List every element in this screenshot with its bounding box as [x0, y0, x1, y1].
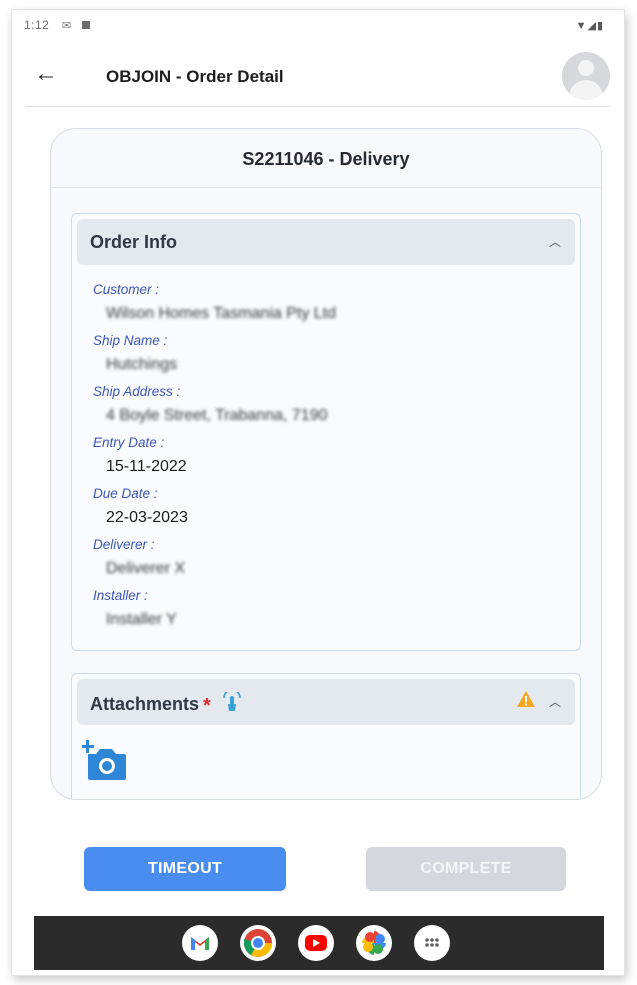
ship-name-label: Ship Name : [93, 333, 168, 348]
mail-icon: ✉ [62, 20, 72, 32]
order-card: S2211046 - Delivery Order Info ︿ Custome… [50, 128, 602, 800]
warning-icon [517, 691, 535, 712]
customer-label: Customer : [93, 282, 160, 297]
installer-label: Installer : [93, 588, 148, 603]
status-time: 1:12 [24, 18, 50, 32]
complete-button[interactable]: COMPLETE [366, 847, 566, 891]
due-date-label: Due Date : [93, 486, 158, 501]
required-mark: * [203, 695, 211, 717]
chrome-icon[interactable] [240, 925, 276, 961]
order-info-title: Order Info [90, 232, 178, 252]
due-date-value: 22-03-2023 [106, 509, 188, 526]
deliverer-value: Deliverer X [106, 560, 186, 577]
photos-icon[interactable] [356, 925, 392, 961]
order-header: S2211046 - Delivery [51, 129, 601, 188]
chevron-up-icon[interactable]: ︿ [549, 693, 561, 710]
attachments-title-wrap: Attachments * [90, 689, 242, 717]
gmail-icon[interactable] [182, 925, 218, 961]
page-title: OBJOIN - Order Detail [106, 67, 284, 86]
ship-name-value: Hutchings [106, 356, 178, 373]
entry-date-value: 15-11-2022 [106, 458, 187, 475]
order-info-section: Order Info ︿ Customer : Wilson Homes Tas… [71, 213, 581, 651]
chevron-up-icon[interactable]: ︿ [549, 233, 561, 250]
deliverer-label: Deliverer : [93, 537, 155, 552]
tap-hand-icon[interactable] [222, 689, 242, 717]
add-photo-icon[interactable] [82, 740, 126, 785]
timeout-button[interactable]: TIMEOUT [84, 847, 286, 891]
attachments-header[interactable]: Attachments * ︿ [77, 679, 575, 725]
app-drawer-icon[interactable] [414, 925, 450, 961]
attachments-section: Attachments * ︿ [71, 673, 581, 799]
youtube-icon[interactable] [298, 925, 334, 961]
order-info-header[interactable]: Order Info ︿ [77, 219, 575, 265]
ship-address-value: 4 Boyle Street, Trabanna, 7190 [106, 407, 328, 424]
entry-date-label: Entry Date : [93, 435, 165, 450]
attachments-title: Attachments [90, 694, 200, 714]
app-bar: ← OBJOIN - Order Detail [12, 50, 624, 106]
ship-address-label: Ship Address : [93, 384, 181, 399]
device-screen: 1:12 ✉ ▼◢▮ ← OBJOIN - Order Detail S2211… [12, 10, 624, 975]
navigation-bar [34, 916, 604, 970]
order-info-fields: Customer : Wilson Homes Tasmania Pty Ltd… [72, 265, 580, 638]
arrow-left-icon[interactable]: ← [34, 62, 58, 86]
customer-value: Wilson Homes Tasmania Pty Ltd [106, 305, 337, 322]
signal-battery-icons: ▼◢▮ [575, 20, 604, 32]
installer-value: Installer Y [106, 611, 177, 628]
divider [26, 106, 610, 107]
user-avatar-icon[interactable] [562, 52, 610, 100]
square-icon [82, 21, 90, 29]
status-bar: 1:12 ✉ ▼◢▮ [12, 10, 624, 40]
